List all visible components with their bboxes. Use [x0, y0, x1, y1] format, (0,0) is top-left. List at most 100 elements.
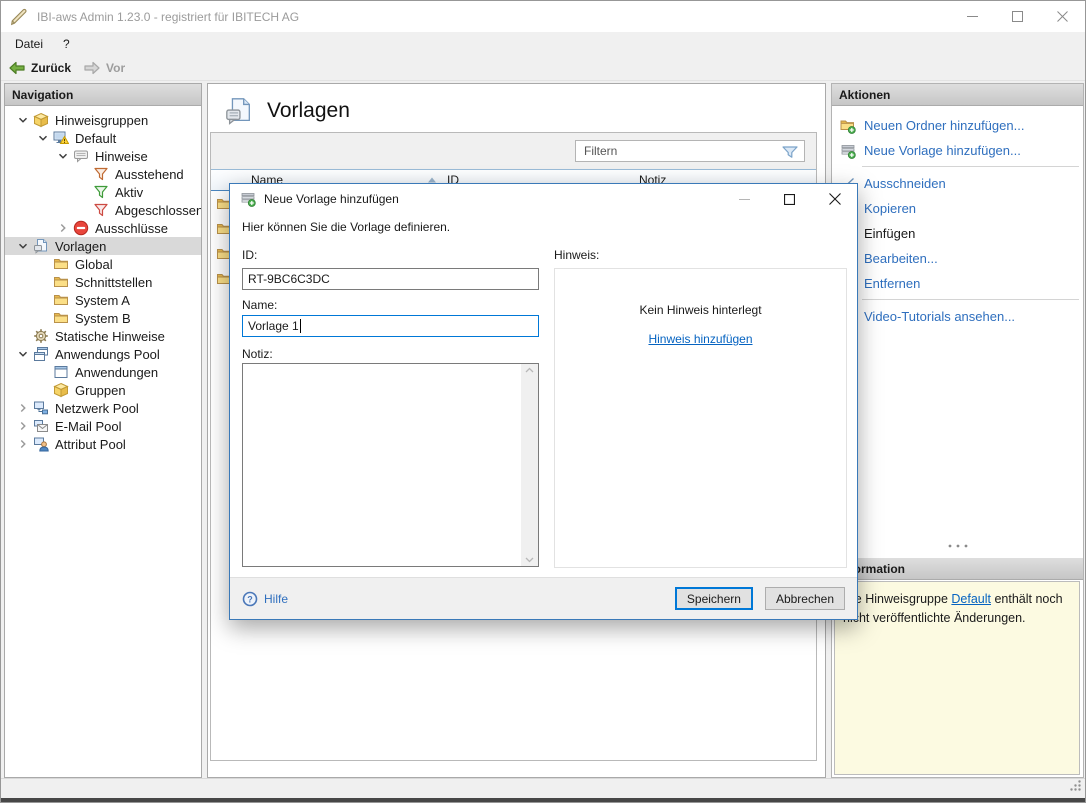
forward-arrow-icon [83, 60, 101, 76]
scroll-down-icon[interactable] [525, 557, 534, 563]
tree-item-hinweise[interactable]: Hinweise [5, 147, 201, 165]
tree-item-label: Hinweise [95, 148, 148, 164]
group-box-icon [53, 382, 69, 398]
template-add-icon [840, 143, 864, 159]
back-button[interactable]: Zurück [8, 60, 71, 76]
save-button[interactable]: Speichern [674, 587, 753, 610]
chevron-down-icon[interactable] [33, 130, 53, 146]
tree-item-label: System B [75, 310, 131, 326]
network-icon [33, 400, 49, 416]
chevron-down-icon[interactable] [13, 346, 33, 362]
filter-input[interactable] [575, 140, 805, 162]
hinweis-add-link[interactable]: Hinweis hinzufügen [648, 332, 752, 346]
forward-button[interactable]: Vor [83, 60, 125, 76]
minimize-button[interactable] [950, 1, 995, 32]
tree-item-vorlagen[interactable]: Vorlagen [5, 237, 201, 255]
tree-item-global[interactable]: Global [5, 255, 201, 273]
back-label: Zurück [31, 61, 72, 75]
dialog-title: Neue Vorlage hinzufügen [264, 192, 399, 206]
tree-item-label: Gruppen [75, 382, 126, 398]
filter-funnel-icon [781, 144, 799, 160]
page-title-row: Vorlagen [224, 96, 350, 126]
action-neuen-ordner-hinzufügen[interactable]: Neuen Ordner hinzufügen... [832, 113, 1083, 138]
tree-item-attribut-pool[interactable]: Attribut Pool [5, 435, 201, 453]
template-icon [33, 238, 49, 254]
action-bearbeiten[interactable]: Bearbeiten... [832, 246, 1083, 271]
splitter-handle[interactable] [832, 542, 1083, 552]
nav-tree: Hinweisgruppen Default Hinweise Ausstehend A… [5, 107, 201, 777]
tree-item-hinweisgruppen[interactable]: Hinweisgruppen [5, 111, 201, 129]
monitor-warning-icon [53, 130, 69, 146]
tree-item-label: Default [75, 130, 117, 146]
info-default-link[interactable]: Default [951, 592, 991, 606]
notiz-scrollbar[interactable] [521, 364, 538, 566]
navigation-header: Navigation [5, 84, 201, 106]
close-button[interactable] [1040, 1, 1085, 32]
tree-item-label: Statische Hinweise [55, 328, 165, 344]
tree-item-default[interactable]: Default [5, 129, 201, 147]
hinweis-label: Hinweis: [554, 248, 600, 262]
menubar: Datei ? [1, 32, 1085, 56]
chevron-down-icon[interactable] [13, 238, 33, 254]
name-input[interactable]: Vorlage 1 [242, 315, 539, 337]
name-label: Name: [242, 298, 278, 312]
tree-item-schnittstellen[interactable]: Schnittstellen [5, 273, 201, 291]
action-separator [862, 166, 1079, 167]
tree-item-aktiv[interactable]: Aktiv [5, 183, 201, 201]
tree-item-gruppen[interactable]: Gruppen [5, 381, 201, 399]
funnel-orange-icon [93, 166, 109, 182]
tree-item-e-mail-pool[interactable]: E-Mail Pool [5, 417, 201, 435]
chevron-down-icon[interactable] [13, 112, 33, 128]
dialog-close-button[interactable] [812, 184, 857, 214]
chevron-right-icon[interactable] [13, 418, 33, 434]
tree-item-label: Netzwerk Pool [55, 400, 139, 416]
actions-header: Aktionen [832, 84, 1083, 106]
id-label: ID: [242, 248, 258, 262]
action-neue-vorlage-hinzufügen[interactable]: Neue Vorlage hinzufügen... [832, 138, 1083, 163]
action-label: Kopieren [864, 201, 917, 216]
tree-item-anwendungs-pool[interactable]: Anwendungs Pool [5, 345, 201, 363]
tree-item-netzwerk-pool[interactable]: Netzwerk Pool [5, 399, 201, 417]
tree-item-label: E-Mail Pool [55, 418, 122, 434]
cancel-button[interactable]: Abbrechen [764, 587, 845, 610]
action-video-tutorials-ansehen[interactable]: Video-Tutorials ansehen... [832, 304, 1083, 329]
maximize-button[interactable] [995, 1, 1040, 32]
id-input[interactable] [242, 268, 539, 290]
tree-item-ausstehend[interactable]: Ausstehend [5, 165, 201, 183]
resize-grip[interactable] [1069, 779, 1082, 792]
tree-item-statische-hinweise[interactable]: Statische Hinweise [5, 327, 201, 345]
tree-item-abgeschlossen[interactable]: Abgeschlossen [5, 201, 201, 219]
menu-help[interactable]: ? [53, 33, 80, 55]
tree-item-system-a[interactable]: System A [5, 291, 201, 309]
help-label: Hilfe [264, 591, 289, 606]
chevron-right-icon[interactable] [53, 220, 73, 236]
tree-item-anwendungen[interactable]: Anwendungen [5, 363, 201, 381]
titlebar: IBI-aws Admin 1.23.0 - registriert für I… [1, 1, 1085, 32]
help-link[interactable]: ? Hilfe [242, 591, 288, 607]
action-label: Neuen Ordner hinzufügen... [864, 118, 1025, 133]
svg-text:?: ? [247, 594, 253, 604]
action-entfernen[interactable]: Entfernen [832, 271, 1083, 296]
action-kopieren[interactable]: Kopieren [832, 196, 1083, 221]
hinweis-empty-text: Kein Hinweis hinterlegt [639, 303, 762, 317]
template-add-icon [240, 191, 256, 207]
scroll-up-icon[interactable] [525, 367, 534, 373]
folder-icon [53, 274, 69, 290]
menu-datei[interactable]: Datei [5, 33, 53, 55]
toolbar: Zurück Vor [1, 56, 1085, 81]
chevron-right-icon[interactable] [13, 400, 33, 416]
action-ausschneiden[interactable]: Ausschneiden [832, 171, 1083, 196]
tree-item-ausschlüsse[interactable]: Ausschlüsse [5, 219, 201, 237]
action-list: Neuen Ordner hinzufügen... Neue Vorlage h… [832, 106, 1083, 329]
chevron-right-icon[interactable] [13, 436, 33, 452]
chevron-down-icon[interactable] [53, 148, 73, 164]
notiz-textarea[interactable] [242, 363, 539, 567]
dialog-maximize-button[interactable] [767, 184, 812, 214]
tree-item-system-b[interactable]: System B [5, 309, 201, 327]
